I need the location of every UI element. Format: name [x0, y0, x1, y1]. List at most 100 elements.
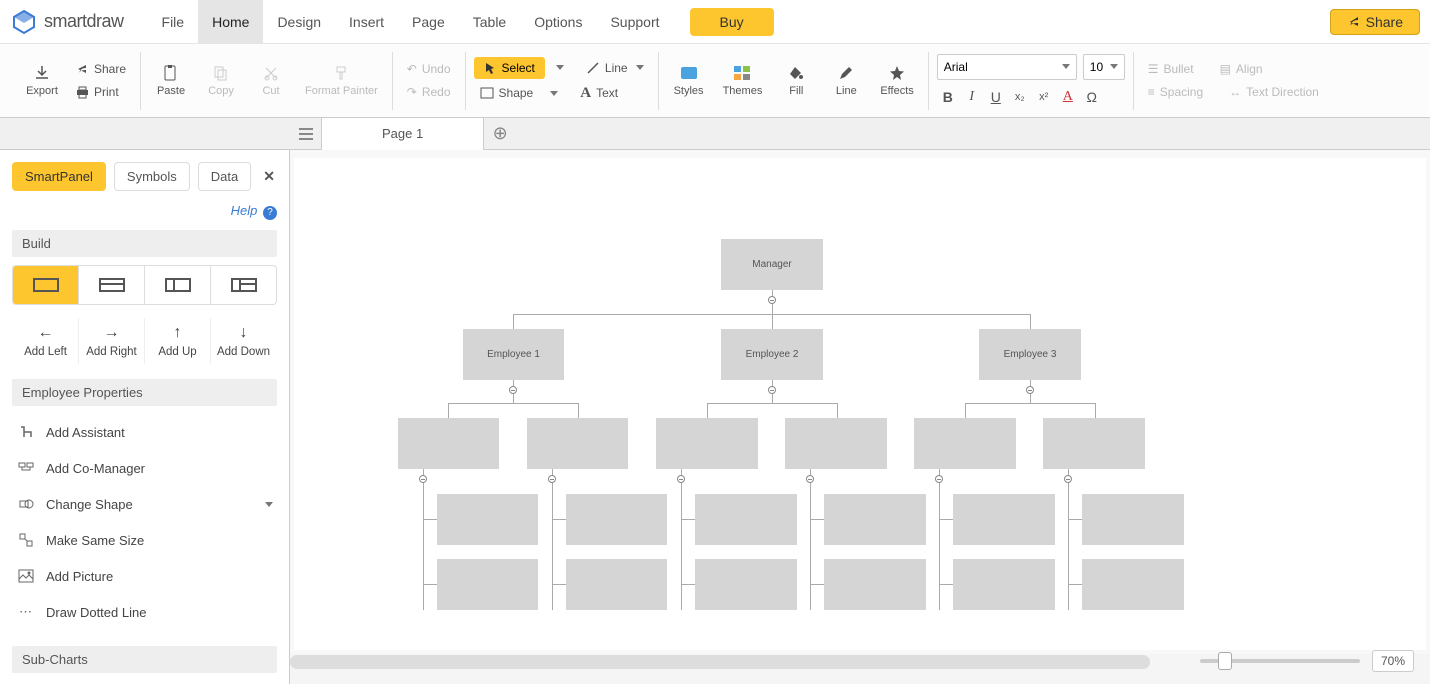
line-style-button[interactable]: Line	[824, 60, 868, 101]
org-node-l3-3[interactable]	[656, 418, 758, 469]
collapse-node-gc5[interactable]	[935, 475, 943, 483]
copy-button[interactable]: Copy	[199, 60, 243, 101]
zoom-thumb[interactable]	[1218, 652, 1232, 670]
collapse-node-emp2[interactable]	[768, 386, 776, 394]
org-node-l3-4[interactable]	[785, 418, 887, 469]
add-up-button[interactable]: ↑Add Up	[145, 318, 211, 364]
logo[interactable]: smartdraw	[10, 9, 124, 35]
menu-options[interactable]: Options	[520, 0, 596, 43]
cut-button[interactable]: Cut	[249, 60, 293, 101]
spacing-button[interactable]: ≡ Spacing	[1142, 82, 1209, 102]
menu-file[interactable]: File	[148, 0, 199, 43]
paste-button[interactable]: Paste	[149, 60, 193, 101]
data-tab[interactable]: Data	[198, 162, 251, 191]
dotted-line-button[interactable]: ⋯ Draw Dotted Line	[12, 594, 277, 630]
add-down-button[interactable]: ↓Add Down	[211, 318, 276, 364]
org-node-emp2[interactable]: Employee 2	[721, 329, 823, 380]
same-size-button[interactable]: Make Same Size	[12, 522, 277, 558]
collapse-node-gc6[interactable]	[1064, 475, 1072, 483]
fill-button[interactable]: Fill	[774, 60, 818, 101]
org-node-l3-2[interactable]	[527, 418, 628, 469]
org-node-l4-4[interactable]	[824, 494, 926, 545]
collapse-node-emp1[interactable]	[509, 386, 517, 394]
canvas-area[interactable]: Manager Employee 1 Employee 2 Employee 3	[290, 150, 1430, 684]
smartpanel-tab[interactable]: SmartPanel	[12, 162, 106, 191]
font-select[interactable]: Arial	[937, 54, 1077, 80]
menu-design[interactable]: Design	[263, 0, 335, 43]
undo-button[interactable]: ↶ Undo	[401, 59, 457, 79]
shape-style-3[interactable]	[145, 266, 211, 304]
add-page-button[interactable]: ⊕	[484, 118, 516, 150]
underline-button[interactable]: U	[985, 86, 1007, 108]
org-node-l5-6[interactable]	[1082, 559, 1184, 610]
org-node-l5-3[interactable]	[695, 559, 797, 610]
add-comanager-button[interactable]: Add Co-Manager	[12, 450, 277, 486]
org-node-emp3[interactable]: Employee 3	[979, 329, 1081, 380]
collapse-node-gc2[interactable]	[548, 475, 556, 483]
themes-button[interactable]: Themes	[717, 60, 769, 101]
collapse-node-emp3[interactable]	[1026, 386, 1034, 394]
canvas-paper[interactable]: Manager Employee 1 Employee 2 Employee 3	[294, 158, 1426, 650]
org-node-l3-5[interactable]	[914, 418, 1016, 469]
close-panel-button[interactable]: ✕	[263, 168, 275, 185]
org-node-manager[interactable]: Manager	[721, 239, 823, 290]
select-dropdown[interactable]	[549, 61, 568, 74]
help-link[interactable]: Help ?	[12, 203, 277, 220]
bullet-button[interactable]: ☰ Bullet	[1142, 59, 1200, 79]
horizontal-scrollbar[interactable]	[290, 655, 1150, 669]
menu-table[interactable]: Table	[459, 0, 520, 43]
org-node-l4-3[interactable]	[695, 494, 797, 545]
org-node-l4-1[interactable]	[437, 494, 538, 545]
superscript-button[interactable]: x²	[1033, 86, 1055, 108]
text-tool[interactable]: A Text	[574, 82, 624, 105]
page-tab[interactable]: Page 1	[322, 118, 484, 150]
change-shape-button[interactable]: Change Shape	[12, 486, 277, 522]
org-node-l5-5[interactable]	[953, 559, 1055, 610]
shape-dropdown[interactable]	[543, 87, 562, 100]
share-button[interactable]: Share	[70, 59, 132, 79]
zoom-value[interactable]: 70%	[1372, 650, 1414, 672]
org-node-l5-1[interactable]	[437, 559, 538, 610]
italic-button[interactable]: I	[961, 86, 983, 108]
redo-button[interactable]: ↷ Redo	[401, 82, 457, 102]
export-button[interactable]: Export	[20, 60, 64, 101]
styles-button[interactable]: Styles	[667, 60, 711, 101]
collapse-node-manager[interactable]	[768, 296, 776, 304]
collapse-node-gc4[interactable]	[806, 475, 814, 483]
page-list-button[interactable]	[290, 118, 322, 150]
format-painter-button[interactable]: Format Painter	[299, 60, 384, 101]
shape-style-1[interactable]	[13, 266, 79, 304]
menu-insert[interactable]: Insert	[335, 0, 398, 43]
org-node-l4-2[interactable]	[566, 494, 667, 545]
shape-style-4[interactable]	[211, 266, 276, 304]
buy-button[interactable]: Buy	[690, 8, 774, 36]
collapse-node-gc3[interactable]	[677, 475, 685, 483]
menu-page[interactable]: Page	[398, 0, 459, 43]
shape-style-2[interactable]	[79, 266, 145, 304]
shape-tool[interactable]: Shape	[474, 83, 540, 103]
org-node-l5-4[interactable]	[824, 559, 926, 610]
org-node-l3-6[interactable]	[1043, 418, 1145, 469]
menu-support[interactable]: Support	[596, 0, 673, 43]
share-button-top[interactable]: Share	[1330, 9, 1420, 35]
bold-button[interactable]: B	[937, 86, 959, 108]
symbols-tab[interactable]: Symbols	[114, 162, 190, 191]
print-button[interactable]: Print	[70, 82, 132, 102]
symbol-button[interactable]: Ω	[1081, 86, 1103, 108]
add-picture-button[interactable]: Add Picture	[12, 558, 277, 594]
effects-button[interactable]: Effects	[874, 60, 919, 101]
font-color-button[interactable]: A	[1057, 86, 1079, 108]
add-right-button[interactable]: →Add Right	[79, 318, 145, 364]
menu-home[interactable]: Home	[198, 0, 263, 43]
subscript-button[interactable]: x₂	[1009, 86, 1031, 108]
org-node-emp1[interactable]: Employee 1	[463, 329, 564, 380]
zoom-slider[interactable]	[1200, 659, 1360, 663]
add-assistant-button[interactable]: Add Assistant	[12, 414, 277, 450]
text-direction-button[interactable]: ↔ Text Direction	[1223, 82, 1325, 102]
org-node-l5-2[interactable]	[566, 559, 667, 610]
collapse-node-gc1[interactable]	[419, 475, 427, 483]
org-node-l4-6[interactable]	[1082, 494, 1184, 545]
line-tool[interactable]: Line	[580, 58, 650, 78]
org-node-l4-5[interactable]	[953, 494, 1055, 545]
align-button[interactable]: ▤ Align	[1214, 59, 1269, 79]
